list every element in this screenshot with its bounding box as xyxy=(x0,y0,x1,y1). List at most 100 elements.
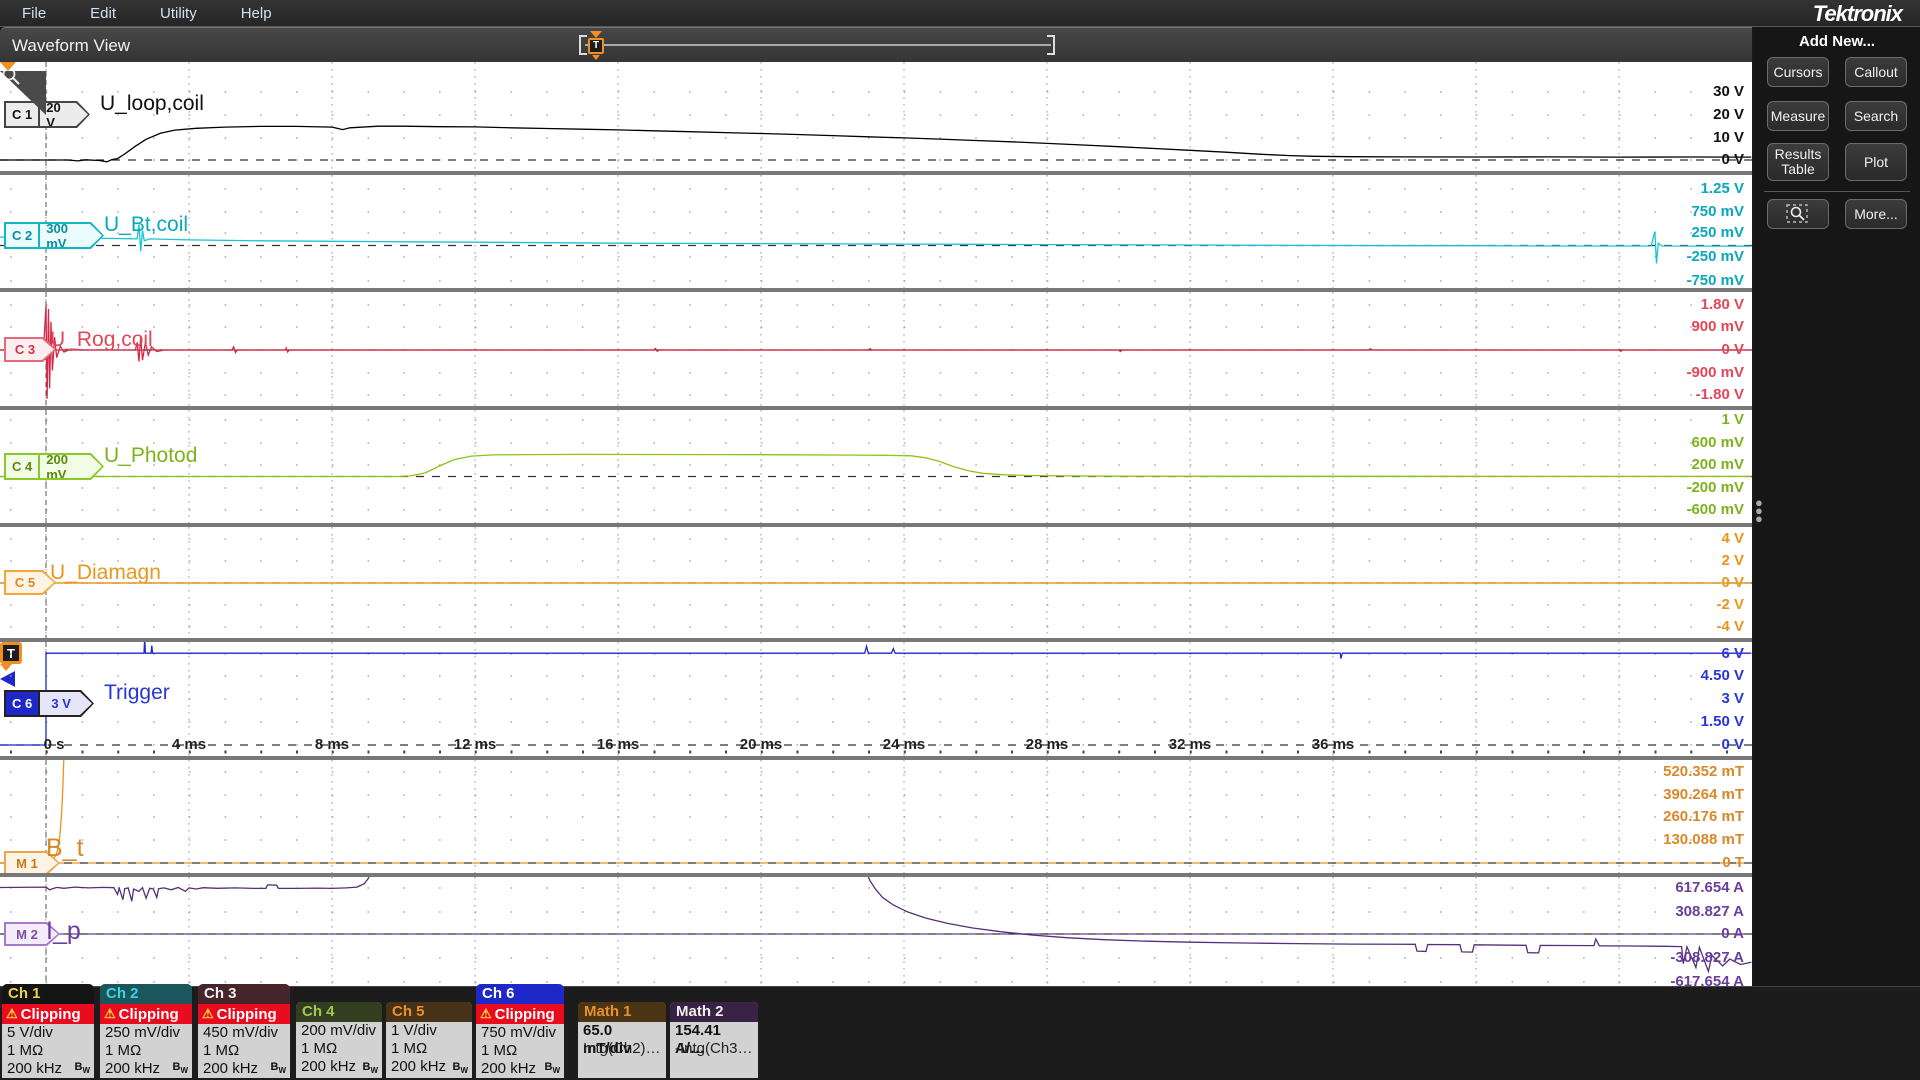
panel-drag-handle-icon[interactable]: ●●● xyxy=(1755,499,1763,523)
callout-button[interactable]: Callout xyxy=(1845,57,1907,87)
C3-grid-and-trace xyxy=(0,292,1752,406)
C2-grid-and-trace xyxy=(0,175,1752,288)
plot-button[interactable]: Plot xyxy=(1845,143,1907,181)
channel-settings-badge-ch2[interactable]: Ch 2⚠Clipping250 mV/div1 MΩ200 kHzBW xyxy=(100,984,192,1078)
c3-scale-label: 1.80 V xyxy=(1701,296,1744,313)
oscilloscope-app: File Edit Utility Help Tektronix Wavefor… xyxy=(0,0,1920,1080)
warning-icon: ⚠ xyxy=(480,1006,492,1022)
clipping-banner: ⚠Clipping xyxy=(100,1004,192,1024)
tektronix-logo: Tektronix xyxy=(1813,1,1902,27)
clipping-banner: ⚠Clipping xyxy=(476,1004,564,1024)
c1-waveform-label: U_loop,coil xyxy=(100,92,204,116)
channel-settings-badge-ch6[interactable]: Ch 6⚠Clipping750 mV/div1 MΩ200 kHzBW xyxy=(476,984,564,1078)
c2-scale-label: 750 mV xyxy=(1691,203,1744,220)
channel-setting-row: 250 mV/div xyxy=(100,1024,192,1042)
waveform-plot[interactable]: 30 V20 V10 V0 VC 120 VU_loop,coil1.25 V7… xyxy=(0,62,1752,986)
c4-scale-label: 600 mV xyxy=(1691,434,1744,451)
channel-settings-badge-ch1[interactable]: Ch 1⚠Clipping5 V/div1 MΩ200 kHzBW xyxy=(2,984,94,1078)
zoom-select-button[interactable] xyxy=(1767,199,1829,229)
slice-c2: 1.25 V750 mV250 mV-250 mV-750 mVC 2300 m… xyxy=(0,175,1752,288)
acquisition-window-left-bracket[interactable] xyxy=(579,35,587,55)
channel-badge-header: Ch 4 xyxy=(296,1002,382,1022)
channel-badge-header: Ch 3 xyxy=(198,984,290,1004)
slice-c3: 1.80 V900 mV0 V-900 mV-1.80 VC 3U_Rog,co… xyxy=(0,292,1752,406)
slice-m1: 520.352 mT390.264 mT260.176 mT130.088 mT… xyxy=(0,760,1752,873)
trigger-position-pointer-icon[interactable] xyxy=(590,31,602,38)
C1-grid-and-trace xyxy=(0,62,1752,171)
add-new-sidebar: Add New... Cursors Callout Measure Searc… xyxy=(1754,27,1920,986)
trigger-position-flag-icon[interactable]: T xyxy=(588,38,604,54)
slice-m2: 617.654 A308.827 A0 A-308.827 A-617.654 … xyxy=(0,877,1752,984)
c5-scale-label: 4 V xyxy=(1721,530,1744,547)
trigger-time-marker-icon[interactable] xyxy=(0,62,16,71)
menu-edit[interactable]: Edit xyxy=(68,5,138,22)
channel-badge-header: Ch 2 xyxy=(100,984,192,1004)
c3-scale-label: -900 mV xyxy=(1686,364,1744,381)
C4-grid-and-trace xyxy=(0,410,1752,523)
slice-divider xyxy=(0,756,1752,760)
menu-utility[interactable]: Utility xyxy=(138,5,219,22)
warning-icon: ⚠ xyxy=(104,1006,116,1022)
math-settings-badge-math1[interactable]: Math 165.0 mT/divIntg(Ch2)… xyxy=(578,1002,666,1078)
channel-setting-row: 1 MΩ xyxy=(476,1042,564,1060)
bandwidth-limit-icon: BW xyxy=(452,1061,468,1075)
results-table-button[interactable]: Results Table xyxy=(1767,143,1829,181)
c1-badge-text: C 1 xyxy=(6,103,38,126)
search-button[interactable]: Search xyxy=(1845,101,1907,131)
channel-setting-row: 200 mV/div xyxy=(296,1022,382,1040)
menu-help[interactable]: Help xyxy=(219,5,294,22)
c1-scale-label: 30 V xyxy=(1713,83,1744,100)
more-button[interactable]: More... xyxy=(1845,199,1907,229)
m2-waveform-label: I_p xyxy=(46,917,81,946)
channel-settings-badge-ch4[interactable]: Ch 4200 mV/div1 MΩ200 kHzBW xyxy=(296,1002,382,1078)
c2-channel-badge-inner: C 2300 mV xyxy=(6,224,102,247)
m1-scale-label: 0 T xyxy=(1722,854,1744,871)
c6-scale-label: 6 V xyxy=(1721,645,1744,662)
slice-divider xyxy=(0,171,1752,175)
channel-setting-row: 1 MΩ xyxy=(198,1042,290,1060)
trigger-level-arrow-icon[interactable] xyxy=(0,671,15,687)
channel-settings-badge-ch5[interactable]: Ch 51 V/div1 MΩ200 kHzBW xyxy=(386,1002,472,1078)
math-scale: 65.0 mT/div xyxy=(578,1022,666,1040)
time-axis-label: 24 ms xyxy=(883,736,926,753)
c1-channel-badge[interactable]: C 120 V xyxy=(4,101,90,128)
c2-badge-text: C 2 xyxy=(6,224,38,247)
measure-button[interactable]: Measure xyxy=(1767,101,1829,131)
trigger-position-tail-icon xyxy=(592,55,600,60)
c3-scale-label: 0 V xyxy=(1721,341,1744,358)
time-axis-label: 36 ms xyxy=(1312,736,1355,753)
c3-channel-badge[interactable]: C 3 xyxy=(4,337,56,362)
menu-bar: File Edit Utility Help Tektronix xyxy=(0,0,1920,27)
c5-scale-label: -2 V xyxy=(1716,596,1744,613)
channel-settings-badge-ch3[interactable]: Ch 3⚠Clipping450 mV/div1 MΩ200 kHzBW xyxy=(198,984,290,1078)
bandwidth-limit-icon: BW xyxy=(270,1061,286,1075)
slice-divider xyxy=(0,288,1752,292)
acquisition-window-right-bracket[interactable] xyxy=(1047,35,1055,55)
menu-file[interactable]: File xyxy=(0,5,68,22)
c2-channel-badge[interactable]: C 2300 mV xyxy=(4,222,104,249)
cursors-button[interactable]: Cursors xyxy=(1767,57,1829,87)
math-badge-header: Math 2 xyxy=(670,1002,758,1022)
c3-scale-label: -1.80 V xyxy=(1696,386,1744,403)
c6-channel-badge[interactable]: C 63 V xyxy=(4,690,94,717)
bandwidth-limit-icon: BW xyxy=(544,1061,560,1075)
m1-scale-label: 520.352 mT xyxy=(1663,763,1744,780)
math-settings-badge-math2[interactable]: Math 2154.41 A/…-Intg(Ch3… xyxy=(670,1002,758,1078)
c5-waveform-label: U_Diamagn xyxy=(50,561,161,585)
time-axis-label: 28 ms xyxy=(1026,736,1069,753)
c6-badge-text: C 6 xyxy=(6,692,38,715)
trigger-source-flag-icon[interactable]: T xyxy=(0,642,22,664)
channel-setting-row: 450 mV/div xyxy=(198,1024,290,1042)
c2-scale-label: -250 mV xyxy=(1686,248,1744,265)
c1-scale-label: 20 V xyxy=(1713,106,1744,123)
c3-badge-text: C 3 xyxy=(6,339,54,360)
channel-setting-row: 1 MΩ xyxy=(100,1042,192,1060)
clipping-banner: ⚠Clipping xyxy=(198,1004,290,1024)
c5-scale-label: 0 V xyxy=(1721,574,1744,591)
horizontal-position-bar[interactable] xyxy=(585,44,1051,46)
c5-channel-badge[interactable]: C 5 xyxy=(4,570,56,595)
c4-channel-badge[interactable]: C 4200 mV xyxy=(4,453,104,480)
c1-scale-label: 10 V xyxy=(1713,129,1744,146)
bandwidth-limit-icon: BW xyxy=(172,1061,188,1075)
c4-scale-label: -600 mV xyxy=(1686,501,1744,518)
